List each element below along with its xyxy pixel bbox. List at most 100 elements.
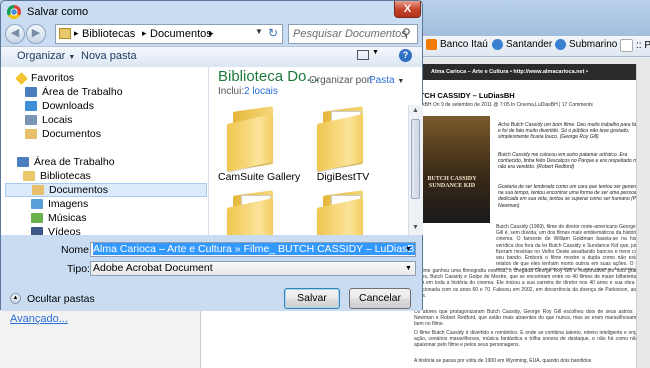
help-icon[interactable]: ? (399, 49, 412, 62)
tree-item-downloads[interactable]: Downloads (25, 99, 94, 113)
arrange-by-label: Organizar por: (309, 75, 373, 86)
new-folder-button[interactable]: Nova pasta (81, 50, 137, 62)
chevron-up-icon[interactable]: ▲ (412, 107, 419, 114)
chevron-down-icon[interactable]: ▼ (405, 246, 412, 253)
dialog-form: Nome: Alma Carioca – Arte e Cultura » Fi… (1, 235, 422, 311)
page-scrollbar[interactable] (636, 64, 650, 368)
file-view: CamSuite Gallery DigiBestTV (208, 105, 408, 235)
breadcrumb-separator-icon: ▸ (209, 28, 214, 38)
breadcrumb-bibliotecas[interactable]: Bibliotecas (82, 28, 135, 40)
tree-item-documentos-fav[interactable]: Documentos (25, 127, 101, 141)
body-paragraph: O filme ganhou uma filmografia extensa, … (414, 268, 646, 299)
scrollbar-thumb[interactable] (411, 119, 420, 199)
tree-item-videos[interactable]: Vídeos (31, 225, 81, 235)
quote-3: Gostaria de ser lembrado como um cara qu… (498, 184, 644, 209)
library-icon (23, 171, 35, 181)
chevron-down-icon[interactable]: ▼ (412, 224, 419, 231)
bookmarks-bar: Banco Itaú Santander Submarino :: Pain (420, 36, 650, 57)
chevron-down-icon[interactable]: ▼ (372, 49, 379, 56)
folder-item[interactable]: DigiBestTV (308, 106, 378, 183)
music-icon (31, 213, 43, 223)
documents-icon (25, 129, 37, 139)
bank-icon (426, 39, 437, 50)
post-title: BUTCH CASSIDY – LuDiasBH (409, 91, 515, 100)
body-paragraph: Butch Cassidy (1969), filme do diretor n… (496, 224, 646, 270)
desktop-icon (17, 157, 29, 167)
tree-item-locais[interactable]: Locais (25, 113, 72, 127)
file-view-scrollbar[interactable]: ▲ ▼ (408, 105, 423, 235)
arrow-left-icon: ◀ (10, 27, 20, 39)
chevron-down-icon: ▼ (405, 265, 412, 272)
star-icon (15, 71, 28, 85)
pictures-icon (31, 199, 43, 209)
filename-field[interactable]: Alma Carioca – Arte e Cultura » Filme_ B… (90, 242, 416, 257)
dialog-content: Favoritos Área de Trabalho Downloads Loc… (1, 67, 423, 235)
folder-icon (317, 106, 369, 172)
body-paragraph: A história se passa por volta de 1900 em… (414, 358, 592, 364)
organize-menu[interactable]: Organizar ▼ (17, 50, 75, 62)
filename-label: Nome: (61, 244, 92, 256)
tree-desktop[interactable]: Área de Trabalho (17, 155, 115, 169)
tree-favorites[interactable]: Favoritos (15, 71, 74, 85)
bookmark-painel[interactable]: :: Pain (620, 39, 650, 52)
quote-1: Acho Butch Cassidy um bom filme. Deu mui… (498, 122, 644, 141)
advanced-link[interactable]: Avançado... (10, 313, 68, 325)
filetype-select[interactable]: Adobe Acrobat Document ▼ (90, 261, 416, 276)
search-input[interactable]: Pesquisar Documentos ⚲ (288, 24, 418, 44)
search-icon: ⚲ (402, 26, 411, 40)
post-meta: LuDiasBH On 9 de setembro de 2011 @ 7:05… (409, 102, 593, 108)
tree-item-desktop[interactable]: Área de Trabalho (25, 85, 123, 99)
bookmark-santander[interactable]: Santander (492, 39, 552, 50)
library-includes-label: Inclui: (218, 86, 245, 97)
body-paragraph: O filme Butch Cassidy é divertido e româ… (414, 330, 646, 349)
folder-item[interactable]: CamSuite Gallery (218, 106, 300, 183)
library-icon (59, 28, 71, 39)
chevron-down-icon: ▼ (397, 78, 405, 85)
tree-item-documentos[interactable]: Documentos (5, 183, 207, 197)
library-locations-link[interactable]: 2 locais (244, 86, 278, 97)
cancel-button[interactable]: Cancelar (349, 288, 411, 309)
page-icon (620, 39, 633, 52)
breadcrumb-documentos[interactable]: Documentos (150, 28, 212, 40)
view-options-icon[interactable] (357, 50, 369, 60)
collapse-icon[interactable]: ▲ (10, 293, 21, 304)
videos-icon (31, 227, 43, 235)
recent-places-icon (25, 115, 37, 125)
folder-item[interactable] (218, 190, 288, 235)
breadcrumb-separator-icon: ▸ (142, 28, 147, 38)
tree-item-imagens[interactable]: Imagens (31, 197, 88, 211)
library-title: Biblioteca Do... (218, 68, 319, 85)
bookmark-submarino[interactable]: Submarino (555, 39, 617, 50)
body-paragraph: Os atores que protagonizaram Butch Cassi… (414, 309, 646, 328)
dialog-titlebar[interactable]: Salvar como X (1, 1, 422, 23)
globe-icon (492, 39, 503, 50)
close-button[interactable]: X (394, 1, 421, 18)
folder-icon (227, 190, 279, 235)
navigation-pane: Favoritos Área de Trabalho Downloads Loc… (1, 67, 209, 235)
chrome-icon (7, 5, 21, 19)
filetype-label: Tipo: (67, 263, 90, 275)
chevron-down-icon: ▼ (68, 54, 76, 61)
dialog-title: Salvar como (27, 6, 89, 18)
chevron-down-icon[interactable]: ▼ (255, 27, 263, 36)
tree-libraries[interactable]: Bibliotecas (23, 169, 91, 183)
navigation-row: ◀ ▶ ▸ Bibliotecas ▸ Documentos ▸ ▼ ↻ Pes… (5, 23, 419, 45)
arrange-by-dropdown[interactable]: Pasta ▼ (369, 75, 404, 86)
save-button[interactable]: Salvar (284, 288, 340, 309)
address-bar[interactable]: ▸ Bibliotecas ▸ Documentos ▸ ▼ ↻ (55, 24, 283, 44)
folder-item[interactable] (308, 190, 378, 235)
search-placeholder: Pesquisar Documentos (293, 28, 407, 40)
tree-item-musicas[interactable]: Músicas (31, 211, 87, 225)
refresh-icon[interactable]: ↻ (268, 26, 278, 40)
desktop-icon (25, 87, 37, 97)
hide-folders-button[interactable]: Ocultar pastas (27, 293, 95, 305)
arrow-right-icon: ▶ (31, 27, 41, 39)
bookmark-banco-itau[interactable]: Banco Itaú (426, 39, 488, 50)
documents-icon (32, 185, 44, 195)
folder-icon (317, 190, 369, 235)
article-page: Alma Carioca – Arte e Cultura • http://w… (400, 64, 650, 368)
dialog-toolbar: Organizar ▼ Nova pasta ▼ ? (1, 46, 422, 68)
forward-button[interactable]: ▶ (26, 24, 46, 44)
back-button[interactable]: ◀ (5, 24, 25, 44)
quote-2: Butch Cassidy me colocou em outro patama… (498, 152, 643, 171)
